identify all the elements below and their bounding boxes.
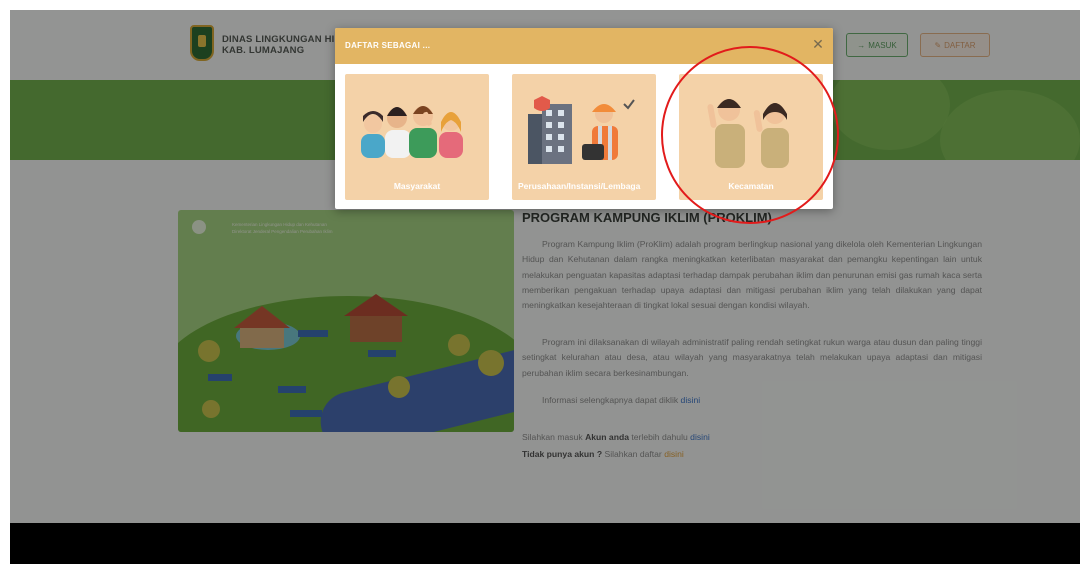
modal-title: DAFTAR SEBAGAI ...: [345, 41, 431, 50]
highlight-annotation-circle: [661, 46, 839, 224]
option-card-masyarakat[interactable]: Masyarakat: [345, 74, 489, 200]
close-icon[interactable]: ✕: [811, 37, 825, 51]
option-label: Masyarakat: [393, 181, 441, 191]
option-card-perusahaan[interactable]: Perusahaan/Instansi/Lembaga: [512, 74, 656, 200]
option-label: Perusahaan/Instansi/Lembaga: [518, 181, 641, 191]
